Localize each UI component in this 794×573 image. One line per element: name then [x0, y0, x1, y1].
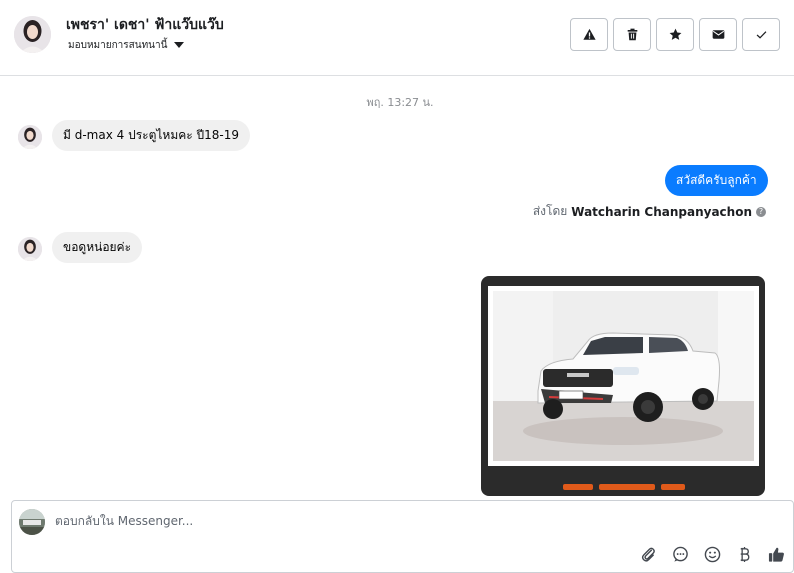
sent-by-name: Watcharin Chanpanyachon — [571, 204, 752, 219]
payment-button[interactable] — [735, 545, 754, 564]
contact-avatar[interactable] — [14, 16, 51, 53]
emoji-button[interactable] — [703, 545, 722, 564]
price-strip — [481, 476, 765, 496]
attachment-icon — [641, 547, 655, 562]
mark-done-button[interactable] — [742, 18, 780, 51]
header-actions — [570, 18, 780, 51]
outgoing-message[interactable]: สวัสดีครับลูกค้า — [665, 165, 768, 196]
sent-by-label: ส่งโดย Watcharin Chanpanyachon ? — [533, 202, 766, 221]
composer-tools — [639, 545, 786, 564]
incoming-message[interactable]: ขอดูหน่อยค่ะ — [52, 232, 143, 263]
assign-label: มอบหมายการสนทนานี้ — [68, 40, 168, 51]
car-photo — [493, 291, 754, 461]
warning-icon — [582, 28, 596, 40]
message-timestamp: พฤ. 13:27 น. — [366, 96, 434, 109]
like-button[interactable] — [767, 545, 786, 564]
envelope-icon — [712, 30, 724, 39]
emoji-icon — [704, 546, 721, 563]
message-composer — [11, 500, 794, 573]
contact-name: เพชรา' เดชา' ฟ้าแว๊บแว๊บ — [66, 17, 224, 33]
incoming-message[interactable]: มี d-max 4 ประตูไหมคะ ปี18-19 — [52, 120, 251, 151]
mark-spam-button[interactable] — [570, 18, 608, 51]
sender-avatar[interactable] — [18, 125, 42, 149]
page-avatar — [19, 509, 45, 535]
mark-unread-button[interactable] — [699, 18, 737, 51]
caret-down-icon — [174, 41, 185, 48]
image-frame — [488, 286, 759, 466]
check-icon — [756, 31, 766, 39]
reply-input[interactable] — [55, 514, 635, 528]
trash-icon — [627, 28, 637, 41]
help-icon[interactable]: ? — [756, 206, 766, 217]
baht-icon — [740, 546, 750, 563]
star-button[interactable] — [656, 18, 694, 51]
sent-by-prefix: ส่งโดย — [532, 204, 568, 218]
assign-conversation-dropdown[interactable]: มอบหมายการสนทนานี้ — [68, 38, 185, 53]
sender-avatar[interactable] — [18, 237, 42, 261]
chat-bubble-icon — [673, 546, 688, 562]
conversation-header: เพชรา' เดชา' ฟ้าแว๊บแว๊บ มอบหมายการสนทนา… — [0, 0, 794, 76]
delete-button[interactable] — [613, 18, 651, 51]
image-attachment[interactable] — [481, 276, 765, 496]
thumbs-up-icon — [768, 547, 784, 562]
star-icon — [669, 28, 681, 40]
saved-replies-button[interactable] — [671, 545, 690, 564]
attachment-button[interactable] — [639, 545, 658, 564]
